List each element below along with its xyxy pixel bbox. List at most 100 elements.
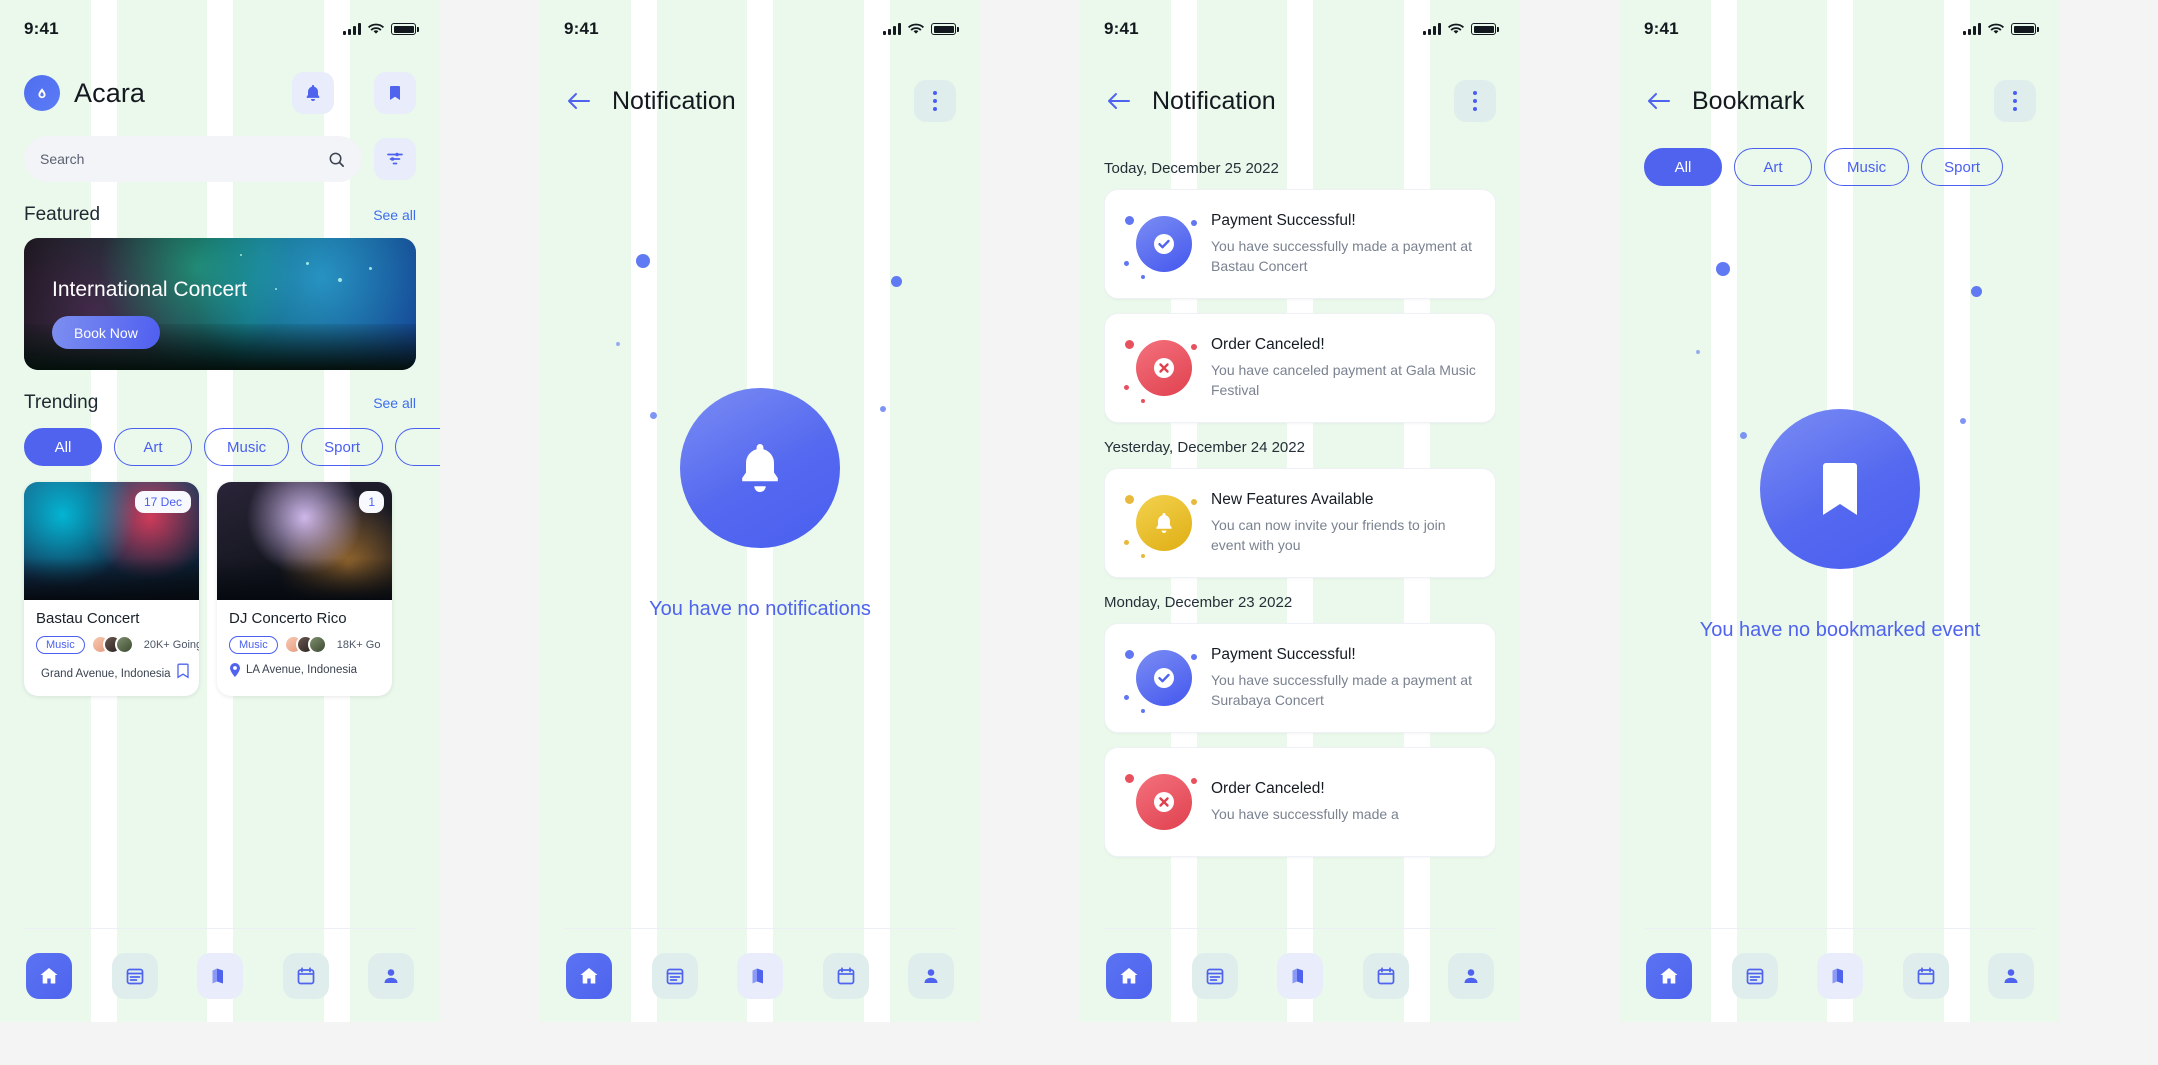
nav-profile[interactable] [1988,952,2034,999]
search-icon [329,152,345,167]
wifi-icon [1448,23,1464,34]
featured-title: Featured [24,204,101,225]
event-meta-row: Music 20K+ Going [36,635,199,654]
battery-full-icon [391,23,419,35]
person-icon [384,968,398,983]
nav-home[interactable] [1106,952,1152,999]
nav-calendar[interactable] [282,952,329,999]
book-now-button[interactable]: Book Now [52,316,160,349]
search-input[interactable]: Search [24,136,362,182]
battery-full-icon [2011,23,2039,35]
wifi-icon [1988,23,2004,34]
x-circle-icon [1136,774,1192,830]
notification-icon-wrap [1121,485,1207,561]
chip-all[interactable]: All [24,428,102,466]
status-icons [343,23,419,35]
chip-sport[interactable]: Sport [1921,148,2004,186]
chip-music[interactable]: Music [204,428,290,466]
chip-art[interactable]: Art [114,428,192,466]
arrow-left-icon[interactable] [1644,86,1674,116]
notification-desc: You can now invite your friends to join … [1211,516,1446,553]
chip-sport[interactable]: Sport [301,428,384,466]
notification-item[interactable]: New Features Available You can now invit… [1104,468,1496,578]
nav-calendar[interactable] [1362,952,1409,999]
notification-day-label: Monday, December 23 2022 [1104,594,1293,611]
notification-item[interactable]: Payment Successful! You have successfull… [1104,189,1496,299]
notification-desc: You have successfully made a payment at … [1211,237,1472,274]
bookmark-outline-icon[interactable] [176,663,190,684]
nav-events[interactable] [651,952,698,999]
trending-see-all[interactable]: See all [373,395,416,411]
chip-art[interactable]: Art [1734,148,1812,186]
home-icon [40,967,58,983]
nav-calendar[interactable] [1902,952,1949,999]
attendee-avatars [90,635,134,654]
nav-profile[interactable] [1448,952,1494,999]
nav-profile[interactable] [908,952,954,999]
nav-events[interactable] [111,952,158,999]
featured-banner[interactable]: International Concert Book Now [24,238,416,370]
arrow-left-icon[interactable] [1104,86,1134,116]
status-time: 9:41 [1644,19,1679,38]
kebab-menu-icon[interactable] [1454,80,1496,122]
bookmark-icon[interactable] [374,72,416,114]
event-name: DJ Concerto Rico [229,610,347,627]
page-header: Bookmark [1644,58,2036,144]
bell-icon[interactable] [292,72,334,114]
event-card[interactable]: 1 DJ Concerto Rico Music 18K+ Go LA Aven… [217,482,392,696]
event-note-icon [1206,968,1223,984]
status-icons [883,23,959,35]
deco-dot [1124,540,1129,545]
event-name: Bastau Concert [36,610,140,627]
arrow-left-icon[interactable] [564,86,594,116]
notification-item[interactable]: Order Canceled! You have successfully ma… [1104,747,1496,857]
notification-item[interactable]: Payment Successful! You have successfull… [1104,623,1496,733]
deco-dot [1125,495,1134,504]
battery-full-icon [931,23,959,35]
page-header: Notification [1104,58,1496,144]
nav-home[interactable] [1646,952,1692,999]
page-header: Notification [564,58,956,144]
kebab-menu-icon[interactable] [1994,80,2036,122]
deco-dot [616,342,620,346]
deco-dot [1960,418,1966,424]
map-icon [212,968,223,983]
notification-icon-wrap [1121,330,1207,406]
trending-card-list: 17 Dec Bastau Concert Music 20K+ Going G… [24,482,416,696]
calendar-icon [297,966,314,984]
trending-title: Trending [24,392,99,413]
kebab-menu-icon[interactable] [914,80,956,122]
notification-list[interactable]: Today, December 25 2022 Payment Successf… [1104,144,1496,928]
deco-dot [1141,399,1145,403]
featured-see-all[interactable]: See all [373,207,416,223]
nav-map[interactable] [1817,952,1863,999]
event-note-icon [1746,968,1763,984]
nav-map[interactable] [737,952,783,999]
notification-day-label: Yesterday, December 24 2022 [1104,439,1305,456]
nav-events[interactable] [1731,952,1778,999]
trending-chip-list: All Art Music Sport [24,428,440,466]
page-title: Notification [612,86,736,115]
page-title: Notification [1152,86,1276,115]
chip-overflow[interactable] [395,428,440,466]
wifi-icon [368,23,384,34]
nav-profile[interactable] [368,952,414,999]
chip-all[interactable]: All [1644,148,1722,186]
signal-bars-icon [1963,23,1981,35]
status-bar: 9:41 [564,0,959,58]
app-header: Acara [24,58,416,128]
filter-icon[interactable] [374,138,416,180]
banner-title: International Concert [52,278,247,301]
nav-home[interactable] [26,952,72,999]
status-icons [1963,23,2039,35]
deco-dot [1740,432,1747,439]
event-card[interactable]: 17 Dec Bastau Concert Music 20K+ Going G… [24,482,199,696]
nav-events[interactable] [1191,952,1238,999]
nav-map[interactable] [1277,952,1323,999]
nav-home[interactable] [566,952,612,999]
nav-map[interactable] [197,952,243,999]
nav-calendar[interactable] [822,952,869,999]
screenshot-stage: 9:41 Acara Search Featured See all Inter… [0,0,2158,1065]
chip-music[interactable]: Music [1824,148,1910,186]
notification-item[interactable]: Order Canceled! You have canceled paymen… [1104,313,1496,423]
